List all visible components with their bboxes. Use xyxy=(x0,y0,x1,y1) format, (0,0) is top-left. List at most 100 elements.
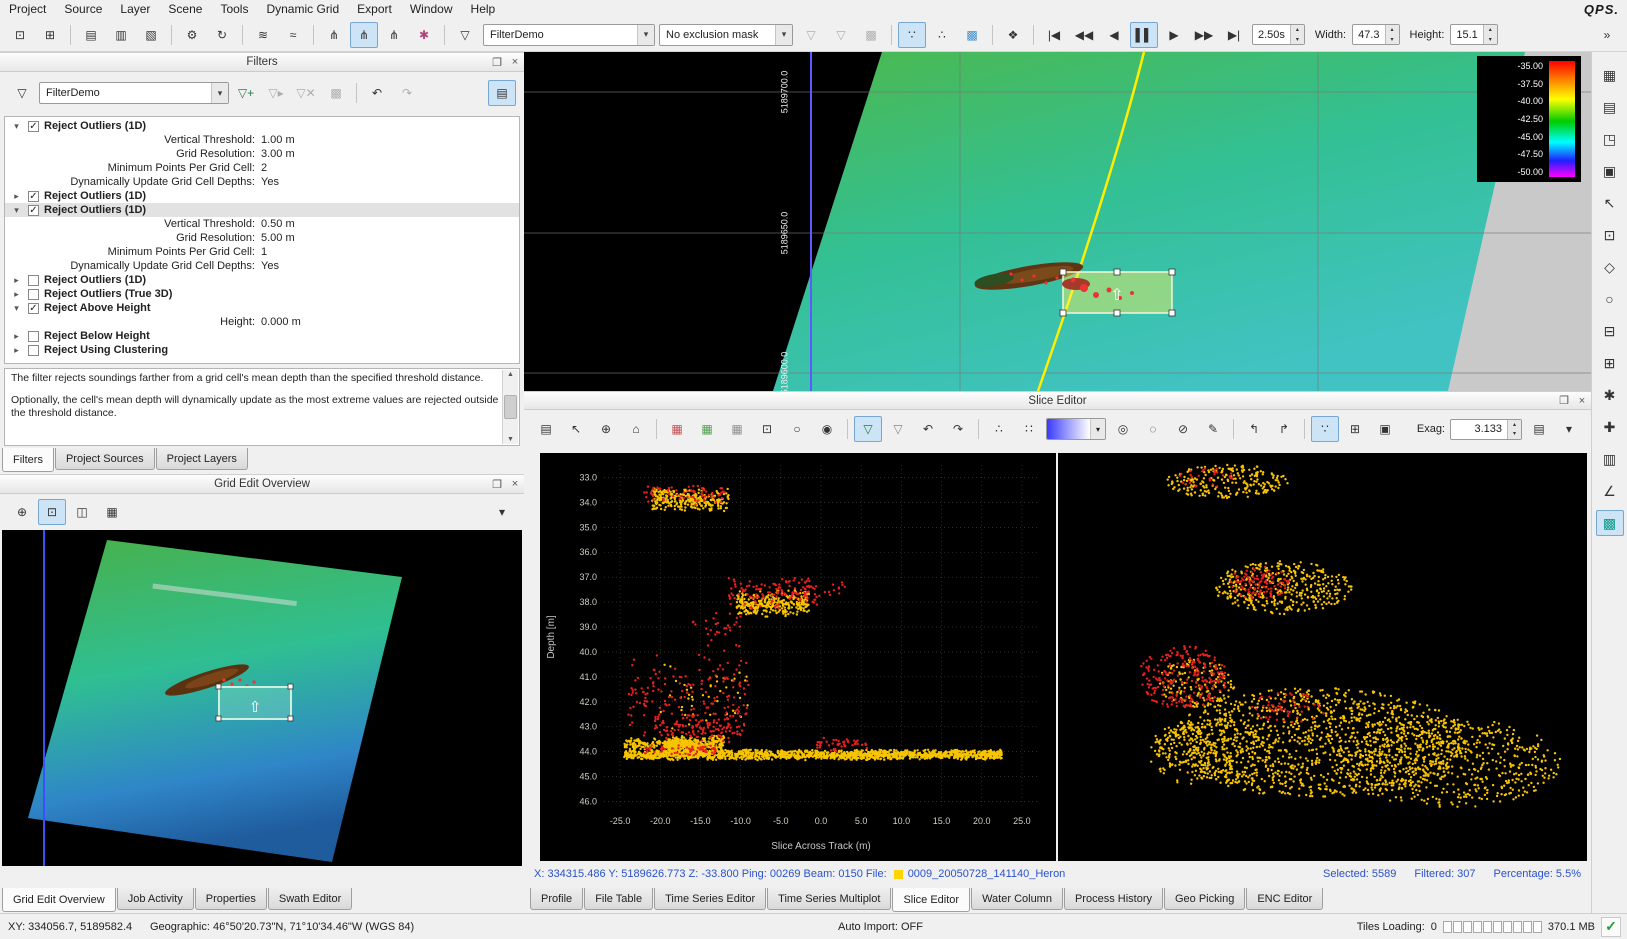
redo-icon[interactable]: ↷ xyxy=(944,416,972,442)
overview-bathymetry-view[interactable]: ⇧ xyxy=(2,530,522,866)
float-panel-icon[interactable]: ❐ xyxy=(488,478,506,491)
add-filter-icon[interactable]: ▽+ xyxy=(232,80,260,106)
filter-property-row[interactable]: Dynamically Update Grid Cell Depths:Yes xyxy=(5,259,519,273)
menu-layer[interactable]: Layer xyxy=(111,1,159,17)
chevron-down-icon[interactable]: ▾ xyxy=(637,25,654,45)
expand-tool-icon[interactable]: ⊞ xyxy=(1596,350,1624,376)
spin-down-icon[interactable]: ▾ xyxy=(1508,429,1521,439)
tab-project-layers[interactable]: Project Layers xyxy=(156,448,248,470)
clear-pick-icon[interactable]: ⊘ xyxy=(1169,416,1197,442)
menu-window[interactable]: Window xyxy=(401,1,462,17)
filter-select-combo[interactable]: FilterDemo ▾ xyxy=(483,24,655,46)
filter-options-icon[interactable]: ▽ xyxy=(884,416,912,442)
pointer-tool-icon[interactable]: ↖ xyxy=(562,416,590,442)
filter-property-row[interactable]: Height:0.000 m xyxy=(5,315,519,329)
tab-enc-editor[interactable]: ENC Editor xyxy=(1246,888,1323,910)
exaggeration-spinner[interactable]: 3.133 ▴▾ xyxy=(1450,419,1522,440)
slice-scatter-plot-container[interactable]: 33.034.035.036.037.038.039.040.041.042.0… xyxy=(540,453,1056,861)
go-first-icon[interactable]: |◀ xyxy=(1040,22,1068,48)
crop-tool-icon[interactable]: ⊟ xyxy=(1596,318,1624,344)
map-view-container[interactable]: ⇧ 5189700.05189650.05189600.0 -35.00-37.… xyxy=(524,52,1591,391)
chevron-down-icon[interactable]: ▾ xyxy=(775,25,792,45)
tab-time-series-multiplot[interactable]: Time Series Multiplot xyxy=(767,888,891,910)
slice-select-icon[interactable]: ⊡ xyxy=(38,499,66,525)
reject-grid-icon[interactable]: ▦ xyxy=(663,416,691,442)
collapse-panel-chevron-icon[interactable]: ▾ xyxy=(488,499,516,525)
tab-project-sources[interactable]: Project Sources xyxy=(55,448,155,470)
close-panel-icon[interactable]: × xyxy=(1573,395,1591,407)
wand-tool-icon[interactable]: ✚ xyxy=(1596,414,1624,440)
point-size-large-icon[interactable]: ∷ xyxy=(1015,416,1043,442)
filter-checkbox[interactable] xyxy=(28,331,39,342)
slice-3d-view[interactable] xyxy=(1058,453,1587,861)
slice-mode-icon[interactable]: ∵ xyxy=(898,22,926,48)
color-map-combo[interactable]: ▾ xyxy=(1046,418,1106,440)
scatter-view-icon[interactable]: ∵ xyxy=(1311,416,1339,442)
play-icon[interactable]: ▶ xyxy=(1160,22,1188,48)
filter-tree-item[interactable]: ▾✓Reject Above Height xyxy=(5,301,519,315)
filter-tree-item[interactable]: ▾✓Reject Outliers (1D) xyxy=(5,203,519,217)
time-interval-spinner[interactable]: 2.50s ▴▾ xyxy=(1252,24,1305,45)
accept-soundings-icon[interactable]: ▩ xyxy=(1596,510,1624,536)
filter-checkbox[interactable] xyxy=(28,345,39,356)
pointer-tool-icon[interactable]: ↖ xyxy=(1596,190,1624,216)
expand-arrow-icon[interactable]: ▸ xyxy=(10,287,23,301)
select-rect-icon[interactable]: ⊡ xyxy=(753,416,781,442)
tab-geo-picking[interactable]: Geo Picking xyxy=(1164,888,1245,910)
splat-filter-icon[interactable]: ✱ xyxy=(410,22,438,48)
zoom-tool-icon[interactable]: ⊕ xyxy=(592,416,620,442)
menu-project[interactable]: Project xyxy=(0,1,55,17)
menu-dynamic-grid[interactable]: Dynamic Grid xyxy=(257,1,348,17)
pick-area-icon[interactable]: ◌ xyxy=(1139,416,1167,442)
close-panel-icon[interactable]: × xyxy=(506,478,524,490)
beam-tool-3-icon[interactable]: ⋔ xyxy=(380,22,408,48)
save-icon[interactable]: ▤ xyxy=(532,416,560,442)
expand-arrow-icon[interactable]: ▸ xyxy=(10,343,23,357)
neutral-grid-icon[interactable]: ▦ xyxy=(723,416,751,442)
tab-process-history[interactable]: Process History xyxy=(1064,888,1163,910)
filter-property-row[interactable]: Vertical Threshold:0.50 m xyxy=(5,217,519,231)
chevron-down-icon[interactable]: ▾ xyxy=(211,83,228,103)
description-scrollbar[interactable]: ▲ ▼ xyxy=(502,370,518,444)
filter-property-row[interactable]: Grid Resolution:5.00 m xyxy=(5,231,519,245)
rectangle-select-icon[interactable]: ⊡ xyxy=(1596,222,1624,248)
filter-funnel-icon[interactable]: ▽ xyxy=(8,80,36,106)
menu-scene[interactable]: Scene xyxy=(159,1,211,17)
view-3d-icon[interactable]: ▣ xyxy=(1596,158,1624,184)
expand-arrow-icon[interactable]: ▸ xyxy=(10,329,23,343)
filter-checkbox[interactable]: ✓ xyxy=(28,303,39,314)
lock-icon[interactable]: ◉ xyxy=(813,416,841,442)
zoom-extents-icon[interactable]: ⊞ xyxy=(36,22,64,48)
polygon-select-icon[interactable]: ◇ xyxy=(1596,254,1624,280)
split-view-icon[interactable]: ◫ xyxy=(68,499,96,525)
tab-properties[interactable]: Properties xyxy=(195,888,267,910)
tab-profile[interactable]: Profile xyxy=(530,888,583,910)
tab-filters[interactable]: Filters xyxy=(2,448,54,472)
filter-property-row[interactable]: Grid Resolution:3.00 m xyxy=(5,147,519,161)
width-spinner[interactable]: 47.3 ▴▾ xyxy=(1352,24,1399,45)
expand-arrow-icon[interactable]: ▸ xyxy=(10,273,23,287)
spin-up-icon[interactable]: ▴ xyxy=(1508,420,1521,430)
grid-view-icon[interactable]: ⊞ xyxy=(1341,416,1369,442)
height-spinner[interactable]: 15.1 ▴▾ xyxy=(1450,24,1497,45)
spin-up-icon[interactable]: ▴ xyxy=(1291,25,1304,35)
filter-description-toggle[interactable]: ▤ xyxy=(488,80,516,106)
spin-up-icon[interactable]: ▴ xyxy=(1386,25,1399,35)
view-orientation-icon[interactable]: ◳ xyxy=(1596,126,1624,152)
tab-time-series-editor[interactable]: Time Series Editor xyxy=(654,888,766,910)
grid-toggle-icon[interactable]: ▦ xyxy=(98,499,126,525)
filter-tree-item[interactable]: ▸✓Reject Outliers (1D) xyxy=(5,189,519,203)
export-grid-icon[interactable]: ▥ xyxy=(107,22,135,48)
filter-icon[interactable]: ▽ xyxy=(451,22,479,48)
grid-display-icon[interactable]: ▦ xyxy=(1596,62,1624,88)
tab-slice-editor[interactable]: Slice Editor xyxy=(892,888,970,912)
filter-tree-item[interactable]: ▸Reject Outliers (True 3D) xyxy=(5,287,519,301)
point-select-mode-icon[interactable]: ∴ xyxy=(928,22,956,48)
grid-process-icon[interactable]: ❖ xyxy=(999,22,1027,48)
filter-tree-item[interactable]: ▸Reject Outliers (1D) xyxy=(5,273,519,287)
export-soundings-icon[interactable]: ▤ xyxy=(77,22,105,48)
menu-tools[interactable]: Tools xyxy=(211,1,257,17)
collapse-arrow-icon[interactable]: ▾ xyxy=(10,203,23,217)
filter-tree[interactable]: ▾✓Reject Outliers (1D)Vertical Threshold… xyxy=(4,116,520,364)
close-panel-icon[interactable]: × xyxy=(506,56,524,68)
